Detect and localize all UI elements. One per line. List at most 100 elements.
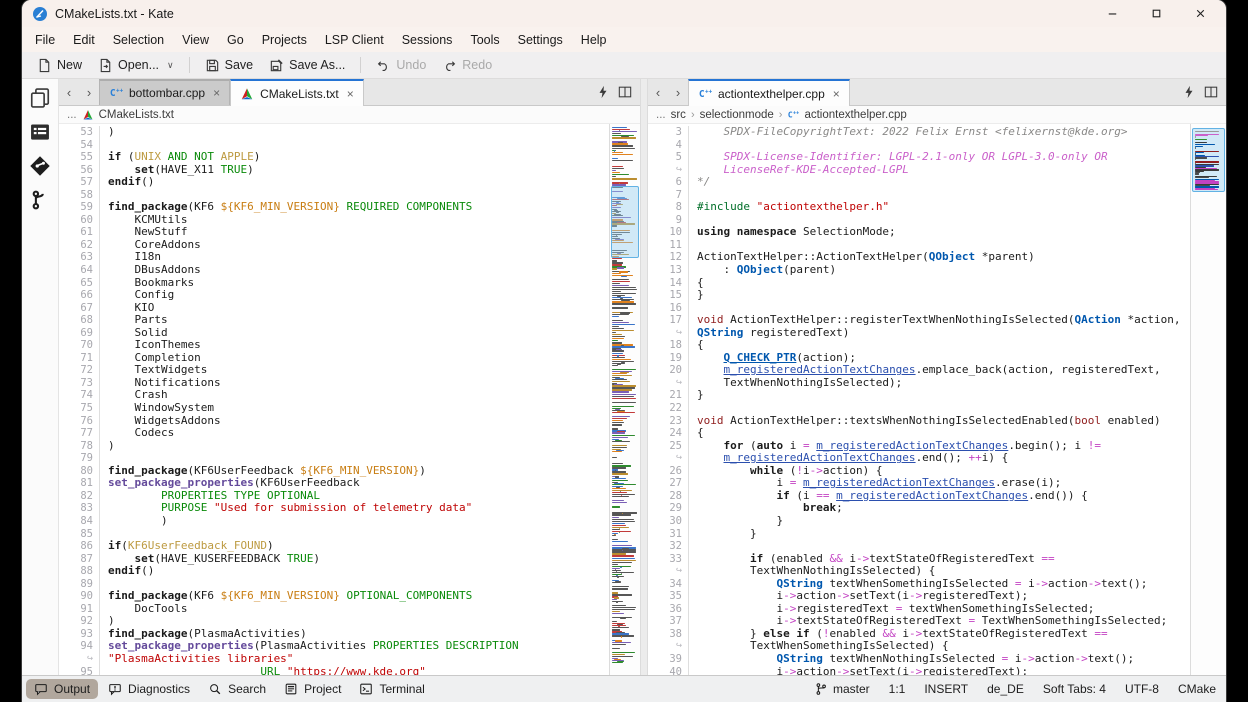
status-tool-output[interactable]: Output [26,679,98,699]
menu-help[interactable]: Help [572,30,616,50]
split-view-icon[interactable] [618,85,632,99]
maximize-icon [1149,6,1164,21]
git-diamond-icon[interactable] [29,155,51,177]
code-line[interactable]: ↪ TextWhenNothingIsSelected); [648,377,1190,390]
code-line[interactable]: 6*/ [648,176,1190,189]
open-button[interactable]: Open...∨ [91,55,181,76]
tab-cmakelists-txt[interactable]: CMakeLists.txt× [230,79,364,106]
pane-splitter[interactable] [640,79,648,675]
tab-bar-right: ‹›C++actiontexthelper.cpp× [648,79,1226,106]
pane-tools [1174,79,1226,105]
minimap-viewport[interactable] [611,186,639,258]
code-area-right[interactable]: 3 SPDX-FileCopyrightText: 2022 Felix Ern… [648,124,1190,675]
maximize-button[interactable] [1134,0,1178,27]
code-line[interactable]: 14{ [648,277,1190,290]
open-dropdown-caret-icon[interactable]: ∨ [167,60,174,71]
redo-button[interactable]: Redo [435,55,499,76]
history-forward-button[interactable]: › [668,79,688,105]
minimize-button[interactable] [1090,0,1134,27]
breadcrumb-item-actiontexthelper-cpp[interactable]: actiontexthelper.cpp [804,109,906,121]
status-cmake[interactable]: CMake [1178,682,1216,696]
code-line[interactable]: 31 } [648,528,1190,541]
code-line[interactable]: 95 URL "https://www.kde.org" [59,666,609,675]
code-line[interactable]: 57endif() [59,176,609,189]
menu-lsp-client[interactable]: LSP Client [316,30,393,50]
tab-close-icon[interactable]: × [213,86,220,100]
history-back-button[interactable]: ‹ [648,79,668,105]
code-line[interactable]: 3 SPDX-FileCopyrightText: 2022 Felix Ern… [648,126,1190,139]
new-button[interactable]: New [30,55,89,76]
status-soft-tabs-4[interactable]: Soft Tabs: 4 [1043,682,1106,696]
bolt-icon[interactable] [1182,85,1196,99]
status-de-de[interactable]: de_DE [987,682,1024,696]
tab-close-icon[interactable]: × [833,87,840,101]
bolt-icon[interactable] [596,85,610,99]
history-forward-button[interactable]: › [79,79,99,105]
status-tool-terminal[interactable]: Terminal [351,679,432,699]
code-line[interactable]: 40 i->action->setText(i->registeredText)… [648,666,1190,675]
code-line[interactable]: ↪ LicenseRef-KDE-Accepted-LGPL [648,164,1190,177]
documents-icon[interactable] [29,87,51,109]
split-view-icon[interactable] [1204,85,1218,99]
menu-sessions[interactable]: Sessions [393,30,462,50]
code-line[interactable]: 78) [59,440,609,453]
menu-go[interactable]: Go [218,30,253,50]
code-line[interactable]: 77 Codecs [59,427,609,440]
minimap-scrollbar-left[interactable] [609,124,640,675]
minimap-line [612,437,628,438]
code-line[interactable]: 15} [648,289,1190,302]
menu-tools[interactable]: Tools [461,30,508,50]
breadcrumb-item-src[interactable]: src [671,109,686,121]
history-back-button[interactable]: ‹ [59,79,79,105]
status-bar: OutputDiagnosticsSearchProjectTerminal m… [22,675,1226,702]
status-1-1[interactable]: 1:1 [889,682,906,696]
editor-left[interactable]: 53)5455if (UNIX AND NOT APPLE)56 set(HAV… [59,124,640,675]
code-line[interactable]: ↪QString registeredText) [648,327,1190,340]
code-line[interactable]: 23void ActionTextHelper::textsWhenNothin… [648,415,1190,428]
status-master[interactable]: master [814,682,870,696]
code-line[interactable]: 91 DocTools [59,603,609,616]
line-number: 7 [648,189,689,202]
save-button[interactable]: Save [198,55,261,76]
menu-edit[interactable]: Edit [64,30,104,50]
menu-view[interactable]: View [173,30,218,50]
code-line[interactable]: 21} [648,389,1190,402]
list-panel-icon[interactable] [29,121,51,143]
code-line[interactable]: 88endif() [59,565,609,578]
breadcrumb-overflow-button[interactable]: ... [656,109,666,121]
cpp: C++ [109,86,123,100]
tab-close-icon[interactable]: × [347,87,354,101]
editor-right[interactable]: 3 SPDX-FileCopyrightText: 2022 Felix Ern… [648,124,1226,675]
undo-button[interactable]: Undo [369,55,433,76]
code-line[interactable]: 8#include "actiontexthelper.h" [648,201,1190,214]
code-line[interactable]: 53) [59,126,609,139]
status-utf-8[interactable]: UTF-8 [1125,682,1159,696]
status-tool-search[interactable]: Search [200,679,274,699]
minimap-scrollbar-right[interactable] [1190,124,1226,675]
save-as-button[interactable]: Save As... [262,55,352,76]
breadcrumb-item-cmakelists-txt[interactable]: CMakeLists.txt [99,109,174,121]
code-line[interactable]: 10using namespace SelectionMode; [648,226,1190,239]
menu-file[interactable]: File [26,30,64,50]
status-value: 1:1 [889,682,906,696]
breadcrumb-overflow-button[interactable]: ... [67,109,77,121]
breadcrumb-item-selectionmode[interactable]: selectionmode [700,109,774,121]
menu-selection[interactable]: Selection [104,30,173,50]
minimap-line [1195,173,1199,174]
code-area-left[interactable]: 53)5455if (UNIX AND NOT APPLE)56 set(HAV… [59,124,609,675]
code-line[interactable]: 13 : QObject(parent) [648,264,1190,277]
status-insert[interactable]: INSERT [924,682,968,696]
minimap-line [612,406,634,407]
menu-settings[interactable]: Settings [509,30,572,50]
commit-graph-icon[interactable] [29,189,51,211]
menu-projects[interactable]: Projects [253,30,316,50]
tab-bottombar-cpp[interactable]: C++bottombar.cpp× [99,79,230,105]
undo-icon [376,58,391,73]
tab-actiontexthelper-cpp[interactable]: C++actiontexthelper.cpp× [688,79,850,106]
status-tool-diagnostics[interactable]: Diagnostics [100,679,198,699]
minimap-line [612,359,631,360]
close-button[interactable] [1178,0,1222,27]
code-line[interactable]: 84 ) [59,515,609,528]
status-tool-project[interactable]: Project [276,679,349,699]
minimap-line [612,307,628,308]
